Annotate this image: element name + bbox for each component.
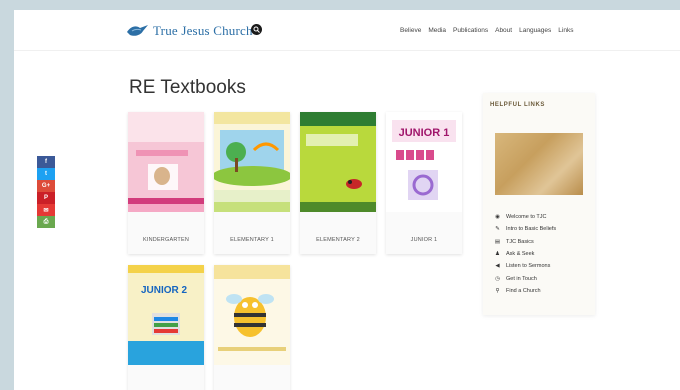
print-share-icon[interactable]: ⎙	[37, 216, 55, 228]
wrench-icon: ✎	[495, 226, 500, 233]
google-plus-share-icon[interactable]: G+	[37, 180, 55, 192]
book-label: JUNIOR 1	[410, 237, 438, 243]
link-intro-beliefs[interactable]: ✎ Intro to Basic Beliefs	[494, 223, 556, 235]
link-label: Welcome to TJC	[506, 214, 547, 221]
top-navigation-bar: True Jesus Church Believe Media Publicat…	[14, 10, 680, 51]
link-label: Listen to Sermons	[506, 263, 551, 270]
link-tjc-basics[interactable]: ▤ TJC Basics	[494, 236, 556, 248]
book-card-6[interactable]	[214, 265, 290, 390]
book-cover[interactable]	[300, 112, 376, 212]
link-listen-sermons[interactable]: ◀ Listen to Sermons	[494, 260, 556, 272]
link-label: Get in Touch	[506, 275, 537, 282]
book-cover[interactable]: JUNIOR 2	[128, 265, 204, 365]
link-label: Find a Church	[506, 287, 541, 294]
book-card-elementary-1[interactable]: ELEMENTARY 1	[214, 112, 290, 254]
clock-icon: ◷	[495, 275, 500, 282]
twitter-share-icon[interactable]: t	[37, 168, 55, 180]
person-icon: ♟	[495, 251, 500, 258]
email-share-icon[interactable]: ✉	[37, 204, 55, 216]
junior-1-cover-title: JUNIOR 1	[399, 127, 450, 139]
book-cover[interactable]: JUNIOR 1	[386, 112, 462, 212]
book-label: ELEMENTARY 2	[316, 237, 360, 243]
nav-media[interactable]: Media	[428, 27, 446, 34]
site-logo[interactable]: True Jesus Church	[126, 20, 253, 42]
main-nav: Believe Media Publications About Languag…	[400, 27, 573, 34]
nav-about[interactable]: About	[495, 27, 512, 34]
book-cover[interactable]	[214, 265, 290, 365]
facebook-share-icon[interactable]: f	[37, 156, 55, 168]
book-card-elementary-2[interactable]: ELEMENTARY 2	[300, 112, 376, 254]
search-icon	[253, 26, 260, 33]
sidebar-title: HELPFUL LINKS	[490, 102, 546, 108]
nav-believe[interactable]: Believe	[400, 27, 421, 34]
eye-icon: ◉	[495, 214, 500, 221]
pin-icon: ⚲	[495, 287, 500, 294]
pinterest-share-icon[interactable]: P	[37, 192, 55, 204]
search-button[interactable]	[251, 24, 262, 35]
link-find-church[interactable]: ⚲ Find a Church	[494, 285, 556, 297]
link-ask-seek[interactable]: ♟ Ask & Seek	[494, 248, 556, 260]
helpful-links-list: ◉ Welcome to TJC ✎ Intro to Basic Belief…	[494, 211, 556, 297]
link-label: Intro to Basic Beliefs	[506, 226, 557, 233]
sidebar-image	[495, 133, 583, 195]
nav-languages[interactable]: Languages	[519, 27, 551, 34]
dove-logo-icon	[127, 25, 148, 36]
junior-2-cover-title: JUNIOR 2	[141, 285, 188, 296]
helpful-links-sidebar: HELPFUL LINKS ◉ Welcome to TJC ✎ Intro t…	[483, 93, 595, 315]
page-title: RE Textbooks	[129, 77, 246, 98]
book-cover[interactable]	[128, 112, 204, 212]
book-label: KINDERGARTEN	[143, 237, 189, 243]
book-icon: ▤	[494, 238, 501, 245]
book-card-junior-2[interactable]: JUNIOR 2	[128, 265, 204, 390]
logo-text: True Jesus Church	[153, 23, 253, 38]
social-share-bar: f t G+ P ✉ ⎙	[37, 156, 55, 228]
link-get-in-touch[interactable]: ◷ Get in Touch	[494, 272, 556, 284]
nav-links[interactable]: Links	[558, 27, 573, 34]
book-card-kindergarten[interactable]: KINDERGARTEN	[128, 112, 204, 254]
book-cover[interactable]	[214, 112, 290, 212]
link-label: Ask & Seek	[506, 251, 535, 258]
link-label: TJC Basics	[506, 238, 534, 245]
book-label: ELEMENTARY 1	[230, 237, 274, 243]
speaker-icon: ◀	[495, 263, 500, 270]
link-welcome[interactable]: ◉ Welcome to TJC	[494, 211, 556, 223]
book-card-junior-1[interactable]: JUNIOR 1 JUNIOR 1	[386, 112, 462, 254]
page: True Jesus Church Believe Media Publicat…	[14, 10, 680, 390]
nav-publications[interactable]: Publications	[453, 27, 488, 34]
